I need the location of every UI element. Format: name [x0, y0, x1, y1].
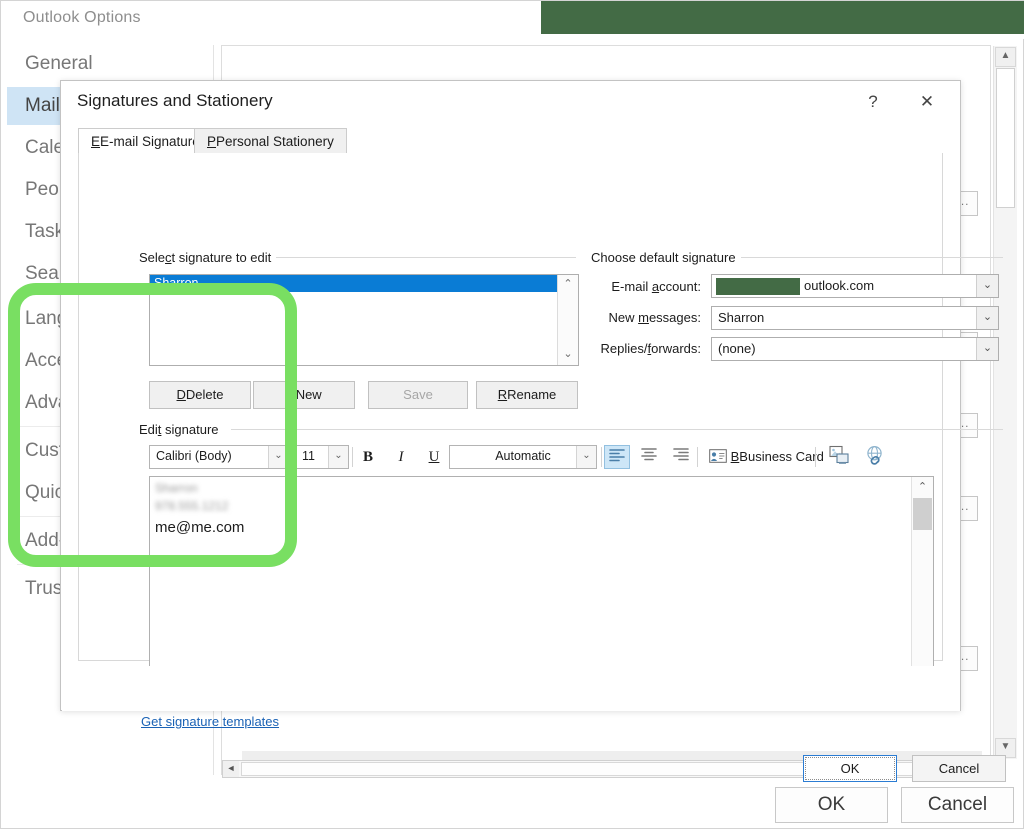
outlook-options-title: Outlook Options — [23, 9, 141, 27]
outlook-options-titlebar: Outlook Options — [1, 1, 1024, 39]
new-messages-combo[interactable]: Sharron ⌄ — [711, 306, 999, 330]
title-redaction-block — [541, 1, 1024, 34]
insert-hyperlink-icon[interactable] — [864, 445, 890, 469]
group-rule — [231, 429, 1003, 430]
signature-line-email: me@me.com — [155, 519, 244, 536]
scroll-down-glyph: ▼ — [1001, 741, 1011, 752]
scroll-left-glyph: ◄ — [227, 763, 236, 773]
signatures-and-stationery-dialog: Signatures and Stationery ? ✕ EE-mail Si… — [60, 80, 961, 711]
email-account-combo[interactable]: outlook.com ⌄ — [711, 274, 999, 298]
sidebar-item-label: General — [25, 53, 93, 74]
toolbar-separator — [601, 447, 602, 467]
signature-line-redacted: 978.555.1212 — [155, 499, 228, 513]
font-color-value: Automatic — [450, 449, 596, 463]
tab-accel: P — [207, 134, 216, 149]
business-card-icon — [709, 449, 727, 463]
scrollbar-thumb[interactable] — [996, 68, 1015, 208]
chevron-down-icon[interactable]: ⌄ — [976, 275, 998, 297]
email-account-value: outlook.com — [804, 278, 874, 293]
delete-button[interactable]: DDelete — [149, 381, 251, 409]
scroll-up-glyph: ▲ — [1001, 50, 1011, 61]
toolbar-separator — [352, 447, 353, 467]
email-account-label: E-mail account: — [561, 279, 701, 294]
new-button-label: New — [296, 387, 322, 402]
font-family-combo[interactable]: Calibri (Body) ⌄ — [149, 445, 289, 469]
tab-personal-stationery-label: Personal Stationery — [216, 134, 334, 149]
replies-forwards-combo[interactable]: (none) ⌄ — [711, 337, 999, 361]
dialog-title: Signatures and Stationery — [77, 91, 273, 111]
dialog-tabstrip: EE-mail Signature PPersonal Stationery — [78, 128, 943, 155]
options-ok-button[interactable]: OK — [775, 787, 888, 823]
tab-email-signature-label: E-mail Signature — [100, 134, 200, 149]
delete-button-label: Delete — [186, 387, 224, 402]
group-rule — [741, 257, 1003, 258]
save-button: Save — [368, 381, 468, 409]
accel: R — [498, 387, 507, 402]
accel: D — [177, 387, 186, 402]
tab-email-signature[interactable]: EE-mail Signature — [78, 128, 213, 154]
choose-default-group-label: Choose default signature — [591, 250, 742, 265]
dialog-ok-button[interactable]: OK — [803, 755, 897, 782]
new-messages-label: New messages: — [561, 310, 701, 325]
align-right-icon[interactable] — [668, 445, 694, 469]
business-card-label: Business Card — [739, 449, 824, 464]
sidebar-item-label: Mail — [25, 95, 60, 116]
signature-editor-toolbar: Calibri (Body) ⌄ 11 ⌄ B I U Automatic ⌄ — [149, 445, 917, 471]
scroll-up-arrow-icon[interactable]: ▲ — [995, 47, 1016, 67]
chevron-down-icon[interactable]: ⌄ — [576, 446, 596, 468]
font-size-value: 11 — [302, 449, 315, 463]
font-color-combo[interactable]: Automatic ⌄ — [449, 445, 597, 469]
sidebar-item-general[interactable]: General — [7, 45, 213, 83]
align-center-icon[interactable] — [636, 445, 662, 469]
chevron-down-icon[interactable]: ⌄ — [268, 446, 288, 468]
signature-line-redacted: Sharron — [155, 481, 198, 495]
scrollbar-thumb[interactable] — [913, 498, 932, 530]
dialog-titlebar: Signatures and Stationery ? ✕ — [61, 81, 960, 123]
text-cursor-icon — [286, 523, 295, 543]
options-cancel-button[interactable]: Cancel — [901, 787, 1014, 823]
new-button[interactable]: NNew — [253, 381, 355, 409]
dialog-cancel-button[interactable]: Cancel — [912, 755, 1006, 782]
email-account-redaction-block — [716, 278, 800, 295]
chevron-down-icon[interactable]: ⌄ — [328, 446, 348, 468]
font-size-combo[interactable]: 11 ⌄ — [295, 445, 349, 469]
underline-button[interactable]: U — [421, 445, 447, 469]
select-signature-group-label: Select signature to edit — [139, 250, 277, 265]
signature-list[interactable]: Sharron ⌃ ⌄ — [149, 274, 579, 366]
help-icon[interactable]: ? — [856, 87, 890, 117]
tab-personal-stationery[interactable]: PPersonal Stationery — [194, 128, 347, 154]
font-family-value: Calibri (Body) — [156, 449, 232, 463]
toolbar-separator — [815, 447, 816, 467]
replies-forwards-value: (none) — [718, 341, 756, 356]
options-vertical-scrollbar[interactable]: ▲ ▼ — [993, 46, 1017, 759]
business-card-button[interactable]: BBusiness Card — [709, 445, 824, 469]
accel: N — [286, 387, 295, 402]
chevron-down-icon[interactable]: ⌄ — [976, 307, 998, 329]
chevron-down-icon[interactable]: ⌄ — [976, 338, 998, 360]
list-item[interactable]: Sharron — [150, 275, 557, 292]
new-messages-value: Sharron — [718, 310, 764, 325]
scroll-up-arrow-icon[interactable]: ⌃ — [912, 477, 933, 497]
accel: B — [731, 449, 740, 464]
tab-accel: E — [91, 134, 100, 149]
get-signature-templates-link[interactable]: Get signature templates — [141, 714, 279, 729]
rename-button[interactable]: RRename — [476, 381, 578, 409]
align-left-icon[interactable] — [604, 445, 630, 469]
italic-button[interactable]: I — [388, 445, 414, 469]
bold-button[interactable]: B — [355, 445, 381, 469]
close-icon[interactable]: ✕ — [910, 87, 944, 117]
edit-signature-group-label: Edit signature — [139, 422, 225, 437]
toolbar-separator — [697, 447, 698, 467]
dialog-footer — [62, 666, 960, 711]
scroll-left-arrow-icon[interactable]: ◄ — [223, 761, 239, 777]
rename-button-label: Rename — [507, 387, 556, 402]
insert-picture-icon[interactable] — [829, 445, 855, 469]
group-rule — [276, 257, 576, 258]
replies-forwards-label: Replies/forwards: — [561, 341, 701, 356]
